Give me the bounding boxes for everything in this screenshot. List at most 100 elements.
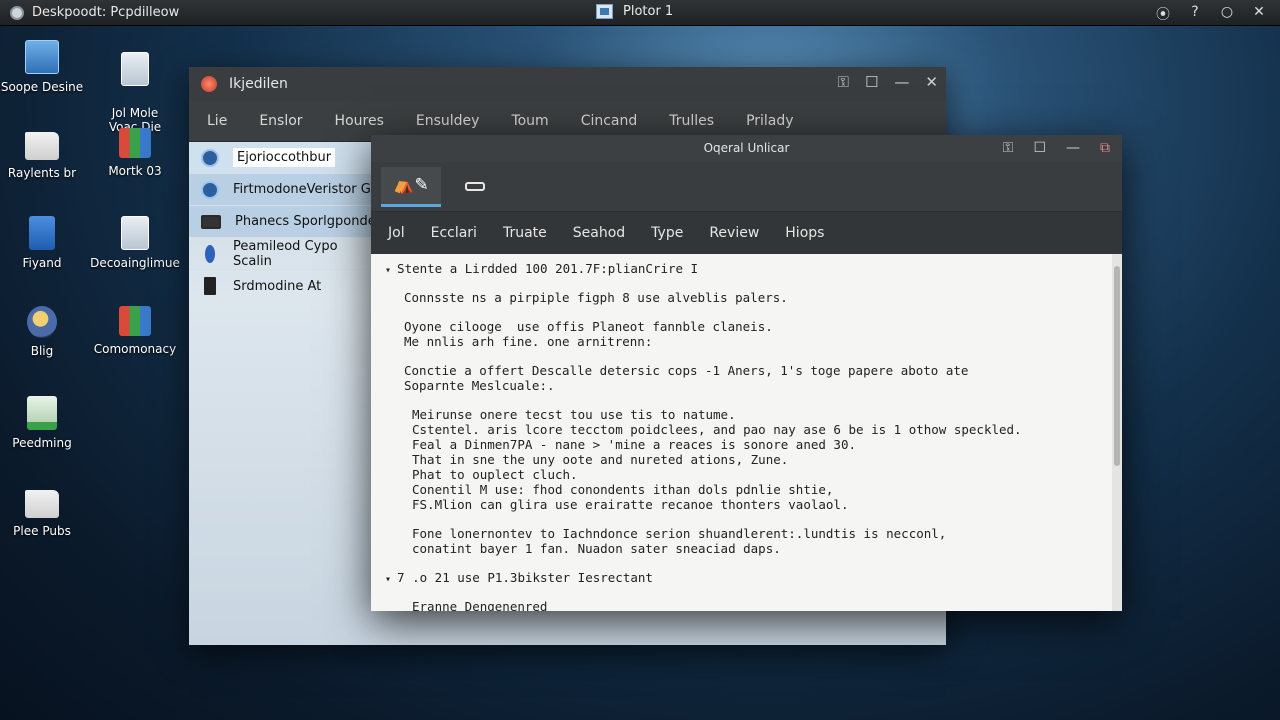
restore-icon[interactable]: ⧉ <box>1100 135 1110 162</box>
desktop-icon-label: Comomonacy <box>93 342 177 356</box>
menu-item[interactable]: Cincand <box>571 113 648 129</box>
desktop-icon-label: Plee Pubs <box>13 524 71 538</box>
minimize-icon[interactable]: — <box>894 73 909 91</box>
menu-item[interactable]: Review <box>698 225 770 241</box>
desktop-icon[interactable]: Fiyand <box>0 216 87 270</box>
desktop-icon-label: Blig <box>30 344 54 358</box>
shield-icon <box>27 306 57 338</box>
chat-icon <box>201 180 219 199</box>
apps-icon <box>119 306 151 336</box>
window-title: Oqeral Unlicar <box>703 141 790 155</box>
minus-box-icon <box>465 182 485 191</box>
edit-tool-button[interactable]: ⛺✎ <box>381 166 441 207</box>
menu-item[interactable]: Jol <box>377 225 416 241</box>
desktop-icon[interactable]: Mortk 03 <box>90 128 180 178</box>
menu-item[interactable]: Type <box>640 225 694 241</box>
text-line: FS.Mlion can glira use erairatte recanoe… <box>412 497 849 512</box>
editor-window[interactable]: Oqeral Unlicar ⚿ ☐ — ⧉ ⛺✎ Jol Ecclari Tr… <box>371 135 1122 611</box>
desktop-icon[interactable]: Comomonacy <box>90 306 180 356</box>
sidebar-item[interactable]: FirtmodoneVeristor G <box>189 174 379 206</box>
active-window-indicator[interactable]: Plotor 1 <box>596 4 673 19</box>
text-line: Meirunse onere tecst tou use tis to natu… <box>412 407 736 422</box>
window-titlebar[interactable]: Ikjedilen ⚿ ☐ — ✕ <box>189 67 946 101</box>
menu-item[interactable]: Houres <box>325 113 394 129</box>
app-icon <box>10 5 24 20</box>
text-line: Oyone cilooge use offis Planeot fannble … <box>404 319 773 334</box>
text-line: Connsste ns a pirpiple figph 8 use alveb… <box>404 290 788 305</box>
panel-controls: ⦿ ? ○ ✕ <box>1154 4 1268 24</box>
section-heading[interactable]: Stente a Lirdded 100 201.7F:plianCrire I <box>385 261 698 278</box>
close-icon[interactable]: ✕ <box>925 73 938 91</box>
scrollbar-thumb[interactable] <box>1114 266 1120 466</box>
toolbar: ⛺✎ <box>371 162 1122 212</box>
folder-icon <box>25 132 59 160</box>
desktop-icon[interactable]: Blig <box>0 306 87 358</box>
section-heading[interactable]: 7 .o 21 use P1.3bikster Iesrectant <box>385 570 653 587</box>
app-title: Deskpoodt: Pcpdilleow <box>32 5 180 20</box>
sidebar-item[interactable]: Ejorioccothbur <box>189 142 379 174</box>
maximize-icon[interactable]: ☐ <box>1033 135 1046 162</box>
document-content[interactable]: Stente a Lirdded 100 201.7F:plianCrire I… <box>371 254 1112 611</box>
sidebar-item-label: Peamileod Cypo Scalin <box>233 238 338 269</box>
menu-item[interactable]: Prilady <box>736 113 803 129</box>
window-icon <box>596 4 613 19</box>
active-window-title: Plotor 1 <box>623 4 674 19</box>
menu-item[interactable]: Truate <box>492 225 558 241</box>
text-line: conatint bayer 1 fan. Nuadon sater sneac… <box>412 541 781 556</box>
location-pin-icon <box>205 244 215 263</box>
menu-item[interactable]: Hiops <box>774 225 835 241</box>
menu-item[interactable]: Enslor <box>249 113 312 129</box>
text-line: Conentil M use: fhod conondents ithan do… <box>412 482 834 497</box>
text-line: Eranne Dengenenred <box>412 599 548 611</box>
document-icon <box>121 52 149 86</box>
app-logo-icon <box>201 76 217 92</box>
text-line: Soparnte Meslcuale:. <box>404 378 555 393</box>
menu-item[interactable]: Ecclari <box>420 225 488 241</box>
menu-item[interactable]: Trulles <box>659 113 724 129</box>
help-icon[interactable]: ? <box>1186 4 1204 24</box>
menu-item[interactable]: Toum <box>501 113 558 129</box>
minimize-icon[interactable]: ○ <box>1218 4 1236 24</box>
desktop-icon[interactable]: Peedming <box>0 396 87 450</box>
desktop-icon[interactable]: Raylents br <box>0 126 87 180</box>
app-menu[interactable]: Deskpoodt: Pcpdilleow <box>10 5 179 20</box>
minimize-icon[interactable]: — <box>1066 135 1080 162</box>
maximize-icon[interactable]: ☐ <box>865 73 878 91</box>
text-line: That in sne the uny oote and nureted ati… <box>412 452 789 467</box>
menu-item[interactable]: Ensuldey <box>406 113 490 129</box>
desktop-icon[interactable]: Decoainglimue <box>90 216 180 270</box>
window-titlebar[interactable]: Oqeral Unlicar ⚿ ☐ — ⧉ <box>371 135 1122 162</box>
sidebar-item-label: FirtmodoneVeristor G <box>233 182 371 197</box>
window-controls: ⚿ ☐ — ⧉ <box>1003 135 1110 162</box>
menu-bar: Jol Ecclari Truate Seahod Type Review Hi… <box>371 212 1122 254</box>
lock-icon[interactable]: ⚿ <box>838 73 849 91</box>
sidebar-item[interactable]: Phanecs Sporlgponde <box>189 206 379 238</box>
desktop-icon-label: Decoainglimue <box>90 256 180 270</box>
window-controls: ⚿ ☐ — ✕ <box>838 73 938 91</box>
vertical-scrollbar[interactable] <box>1112 254 1122 611</box>
close-icon[interactable]: ✕ <box>1250 4 1268 24</box>
sidebar-item[interactable]: Srdmodine At <box>189 270 379 302</box>
device-icon <box>204 277 216 295</box>
desktop-icon[interactable]: Soope Desine <box>0 40 87 94</box>
desktop-icon-label: Peedming <box>12 436 72 450</box>
sidebar-item-label: Phanecs Sporlgponde <box>235 214 376 229</box>
pencil-icon: ⛺✎ <box>393 175 429 195</box>
settings-icon[interactable]: ⦿ <box>1154 4 1172 24</box>
browser-icon <box>201 148 219 167</box>
desktop-icon-label: Soope Desine <box>0 80 84 94</box>
desktop-icon[interactable]: Plee Pubs <box>0 484 87 538</box>
text-line: Me nnlis arh fine. one arnitrenn: <box>404 334 653 349</box>
lock-icon[interactable]: ⚿ <box>1003 135 1014 162</box>
printer-icon <box>121 216 149 250</box>
menu-item[interactable]: Lie <box>197 113 237 129</box>
panel-toggle-button[interactable] <box>455 167 495 207</box>
sidebar-item[interactable]: Peamileod Cypo Scalin <box>189 238 379 270</box>
desktop-icon-label: Mortk 03 <box>108 164 162 178</box>
blue-document-icon <box>29 216 55 250</box>
menu-item[interactable]: Seahod <box>562 225 636 241</box>
text-line: Phat to ouplect cluch. <box>412 467 578 482</box>
blue-tile-icon <box>25 40 59 74</box>
window-title: Ikjedilen <box>229 76 288 92</box>
sidebar-item-label: Srdmodine At <box>233 278 322 294</box>
